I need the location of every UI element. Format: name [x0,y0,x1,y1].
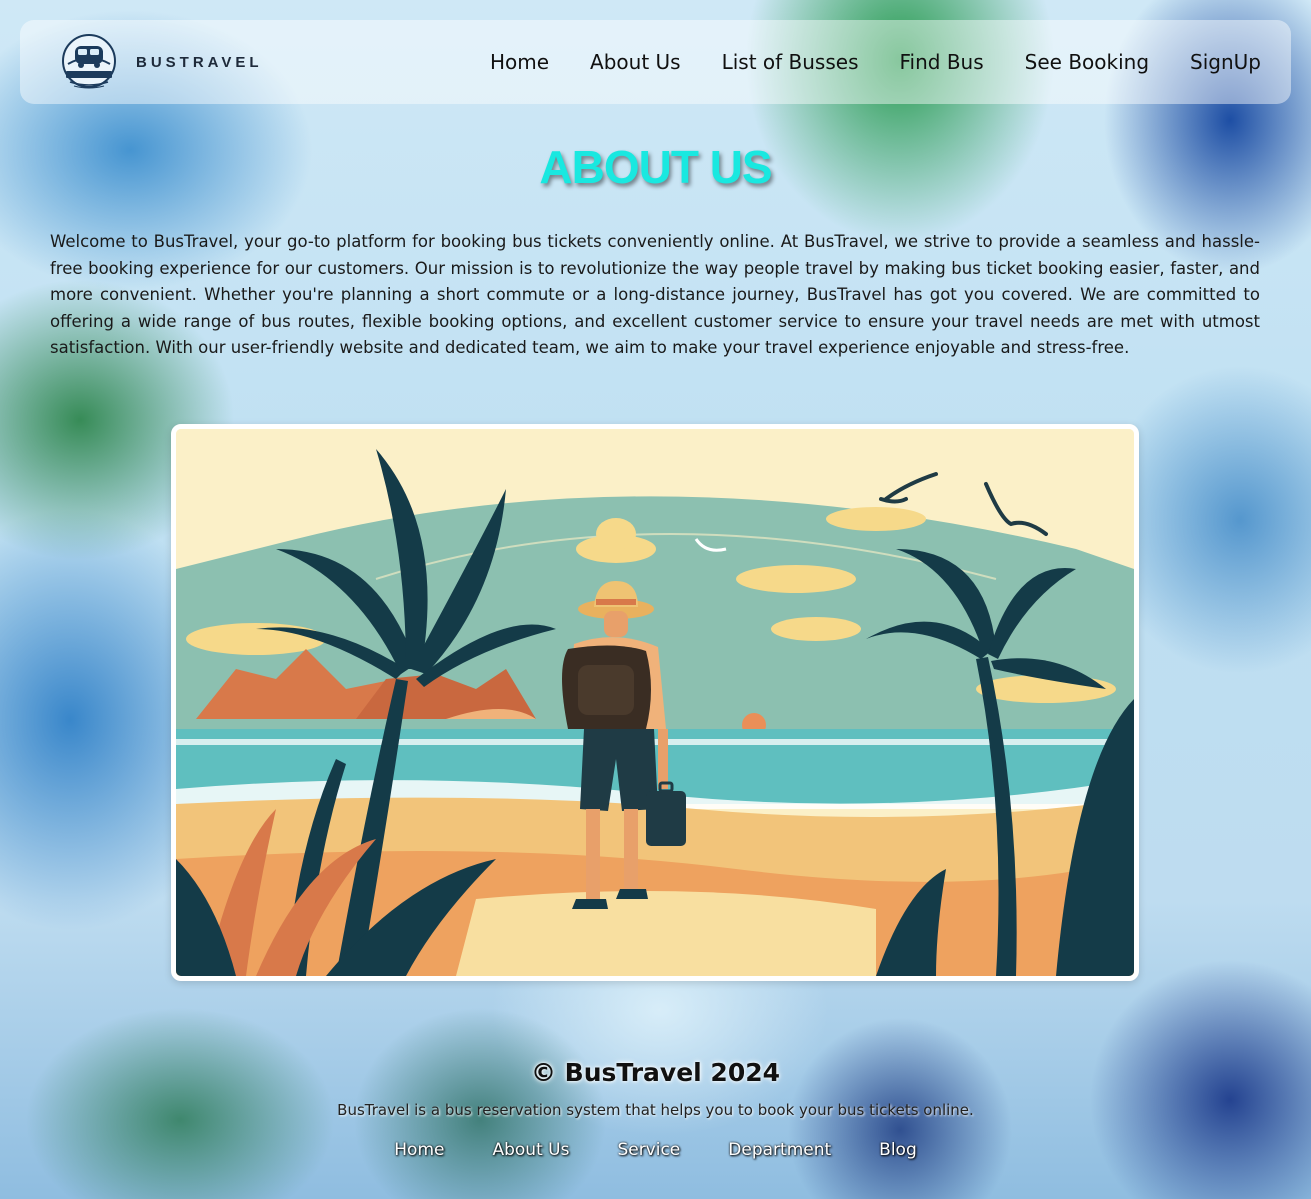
footer-link-service[interactable]: Service [617,1140,680,1160]
bus-logo-icon[interactable] [60,34,118,89]
brand-name[interactable]: BUSTRAVEL [136,54,263,71]
nav-home[interactable]: Home [490,50,549,74]
footer-copyright: © BusTravel 2024 [530,1058,781,1087]
brand[interactable]: BUSTRAVEL [60,34,263,89]
footer-link-home[interactable]: Home [394,1140,444,1160]
beach-traveler-illustration [176,429,1134,976]
footer-link-department[interactable]: Department [728,1140,831,1160]
nav-list-of-busses[interactable]: List of Busses [722,50,859,74]
hero-illustration [171,424,1139,981]
footer-link-about-us[interactable]: About Us [492,1140,569,1160]
footer-tagline: BusTravel is a bus reservation system th… [337,1101,974,1119]
navbar: BUSTRAVEL Home About Us List of Busses F… [20,20,1291,104]
footer-nav: Home About Us Service Department Blog [0,1140,1311,1160]
intro-paragraph: Welcome to BusTravel, your go-to platfor… [50,232,1260,357]
nav-about-us[interactable]: About Us [590,50,681,74]
footer-link-blog[interactable]: Blog [879,1140,917,1160]
nav-signup[interactable]: SignUp [1190,50,1261,74]
nav-see-booking[interactable]: See Booking [1025,50,1149,74]
main-nav: Home About Us List of Busses Find Bus Se… [490,50,1261,74]
nav-find-bus[interactable]: Find Bus [900,50,984,74]
page-title: ABOUT US [539,141,772,193]
